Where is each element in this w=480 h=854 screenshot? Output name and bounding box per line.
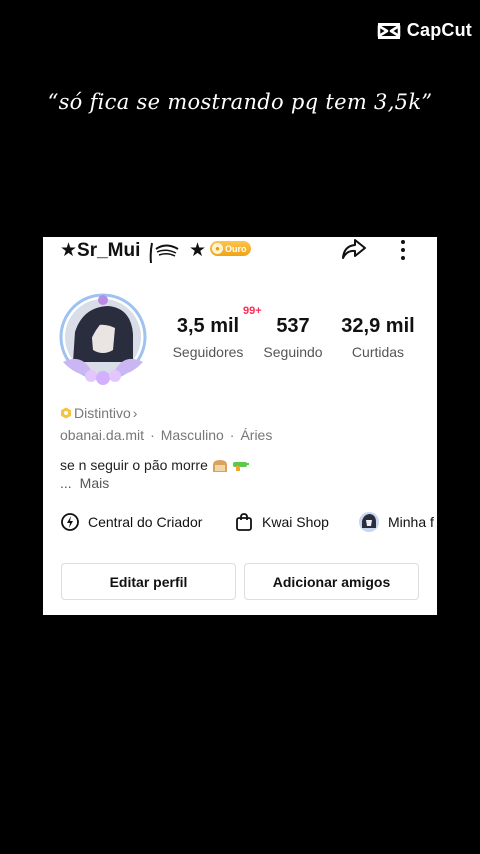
stat-label: Seguindo — [263, 344, 323, 360]
stat-label: Seguidores — [172, 344, 244, 360]
shortcut-creator-center[interactable]: Central do Criador — [60, 511, 202, 533]
add-friends-button[interactable]: Adicionar amigos — [244, 563, 419, 600]
gold-coin-icon: ● — [212, 243, 223, 254]
avatar-thumb-icon — [359, 512, 379, 532]
stat-value: 32,9 mil — [341, 315, 415, 337]
edit-profile-button[interactable]: Editar perfil — [61, 563, 236, 600]
shopping-bag-icon — [236, 513, 252, 531]
distintivo-label: Distintivo — [74, 405, 131, 421]
profile-handle: obanai.da.mit — [60, 427, 145, 443]
meta-separator: · — [229, 427, 235, 443]
distintivo-link[interactable]: Distintivo › — [60, 405, 137, 421]
eye-glyph-icon — [149, 242, 179, 264]
stat-value: 537 — [276, 315, 310, 337]
stat-followers[interactable]: 3,5 mil Seguidores — [168, 315, 248, 360]
water-gun-emoji-icon — [232, 462, 249, 472]
bio-text: se n seguir o pão morre — [60, 457, 208, 473]
creator-center-icon — [61, 513, 79, 531]
badge-hex-icon — [61, 407, 71, 419]
bread-emoji-icon — [212, 460, 227, 473]
profile-meta: obanai.da.mit · Masculino · Áries — [60, 427, 272, 443]
profile-avatar[interactable] — [53, 292, 153, 392]
more-label: Mais — [79, 475, 110, 491]
stat-value: 3,5 mil — [176, 315, 240, 337]
shortcut-kwai-shop[interactable]: Kwai Shop — [234, 511, 329, 533]
badge-label: Ouro — [225, 243, 247, 254]
meta-separator: · — [150, 427, 155, 443]
chevron-right-icon: › — [132, 405, 138, 421]
gold-badge[interactable]: ● Ouro — [210, 241, 251, 256]
username-suffix: ★ — [189, 240, 207, 261]
shortcut-label: Minha f — [388, 514, 434, 530]
profile-gender: Masculino — [160, 427, 224, 443]
capcut-brand: CapCut — [406, 20, 472, 40]
more-options-icon[interactable] — [395, 238, 411, 262]
capcut-logo-icon — [377, 22, 401, 39]
stat-following[interactable]: 537 Seguindo — [258, 315, 328, 360]
username: ★Sr_Mui — [60, 240, 141, 261]
more-ellipsis: ... — [60, 475, 72, 491]
shortcut-label: Kwai Shop — [262, 514, 329, 530]
stat-label: Curtidas — [351, 344, 405, 360]
profile-bio: se n seguir o pão morre — [60, 457, 250, 473]
profile-card: ★Sr_Mui ★ ● Ouro 99+ 3,5 mil Seguidores … — [43, 237, 437, 615]
shortcut-minha[interactable]: Minha f — [358, 511, 434, 533]
capcut-watermark: CapCut — [377, 20, 472, 41]
video-caption: “só fica se mostrando pq tem 3,5k” — [47, 90, 433, 114]
more-bio-link[interactable]: ... Mais — [60, 475, 109, 491]
stat-likes[interactable]: 32,9 mil Curtidas — [335, 315, 421, 360]
profile-topbar: ★Sr_Mui ★ ● Ouro — [43, 237, 437, 267]
profile-stats: 3,5 mil Seguidores 537 Seguindo 32,9 mil… — [163, 315, 433, 375]
profile-sign: Áries — [240, 427, 273, 443]
share-icon[interactable] — [341, 237, 367, 261]
shortcut-label: Central do Criador — [88, 514, 203, 530]
